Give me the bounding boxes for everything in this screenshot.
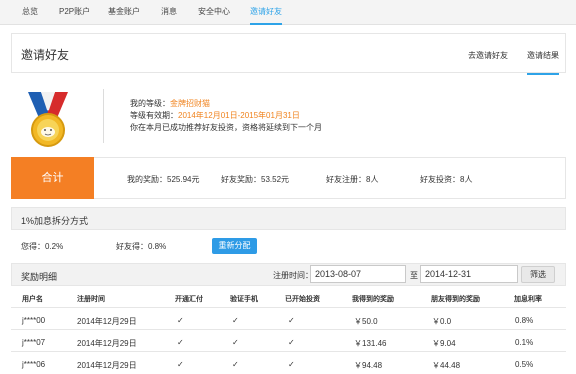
- nav-item-security-center[interactable]: 安全中心: [198, 0, 230, 25]
- level-label: 我的等级：: [130, 99, 170, 108]
- cell-my-reward: ￥131.46: [354, 339, 387, 348]
- cell-friend-reward: ￥44.48: [432, 361, 461, 370]
- cell-rate: 0.8%: [515, 316, 534, 325]
- tab-invite-results[interactable]: 邀请结果: [527, 50, 559, 75]
- split-section-title: 1%加息拆分方式: [21, 216, 89, 226]
- col-phone-verified: 验证手机: [230, 296, 258, 303]
- check-icon: ✓: [232, 338, 239, 347]
- cell-my-reward: ￥50.0: [354, 317, 378, 326]
- cell-username: j****07: [22, 338, 46, 347]
- table-row: j****00 2014年12月29日 ✓ ✓ ✓ ￥50.0 ￥0.0 0.8…: [11, 307, 566, 329]
- level-value: 金牌招财猫: [170, 99, 210, 108]
- cell-register-time: 2014年12月29日: [77, 361, 137, 370]
- tab-go-invite[interactable]: 去邀请好友: [468, 50, 508, 61]
- cell-username: j****06: [22, 360, 46, 369]
- period-label: 等级有效期：: [130, 111, 178, 120]
- table-row: j****06 2014年12月29日 ✓ ✓ ✓ ￥94.48 ￥44.48 …: [11, 351, 566, 373]
- total-label: 合计: [11, 157, 94, 199]
- friend-registered: 好友注册：8人: [326, 175, 379, 184]
- my-reward: 我的奖励：525.94元: [127, 175, 200, 184]
- col-huifu: 开通汇付: [175, 296, 203, 303]
- table-row: j****07 2014年12月29日 ✓ ✓ ✓ ￥131.46 ￥9.04 …: [11, 329, 566, 351]
- friend-reward: 好友奖励：53.52元: [221, 175, 290, 184]
- cell-my-reward: ￥94.48: [354, 361, 383, 370]
- col-friend-reward: 朋友得到的奖励: [431, 296, 480, 303]
- check-icon: ✓: [288, 360, 295, 369]
- cell-register-time: 2014年12月29日: [77, 339, 137, 348]
- check-icon: ✓: [232, 316, 239, 325]
- level-note: 你在本月已成功推荐好友投资，资格将延续到下一个月: [130, 123, 322, 132]
- col-register-time: 注册时间: [77, 296, 105, 303]
- check-icon: ✓: [288, 316, 295, 325]
- filter-button[interactable]: 筛选: [521, 266, 555, 283]
- friend-invested: 好友投资：8人: [420, 175, 473, 184]
- top-nav: 总览 P2P账户 基金账户 消息 安全中心 邀请好友: [0, 0, 576, 25]
- check-icon: ✓: [232, 360, 239, 369]
- nav-item-messages[interactable]: 消息: [161, 0, 177, 25]
- to-label: 至: [410, 271, 418, 280]
- reward-table: 用户名 注册时间 开通汇付 验证手机 已开始投资 我得到的奖励 朋友得到的奖励 …: [11, 287, 566, 374]
- col-my-reward: 我得到的奖励: [352, 296, 394, 303]
- col-rate: 加息利率: [514, 296, 542, 303]
- period-line: 等级有效期：2014年12月01日-2015年01月31日: [130, 110, 300, 121]
- nav-item-overview[interactable]: 总览: [22, 0, 38, 25]
- detail-section-title: 奖励明细: [21, 272, 58, 282]
- cell-friend-reward: ￥9.04: [432, 339, 456, 348]
- gold-medal-icon: [28, 92, 68, 147]
- date-from-input[interactable]: 2013-08-07: [310, 265, 406, 283]
- col-invest-started: 已开始投资: [285, 296, 320, 303]
- nav-item-p2p-account[interactable]: P2P账户: [59, 0, 90, 25]
- split-section-header: 1%加息拆分方式: [11, 207, 566, 230]
- cell-username: j****00: [22, 316, 46, 325]
- col-username: 用户名: [22, 296, 43, 303]
- check-icon: ✓: [177, 338, 184, 347]
- check-icon: ✓: [177, 316, 184, 325]
- nav-item-invite-friends[interactable]: 邀请好友: [250, 0, 282, 25]
- check-icon: ✓: [288, 338, 295, 347]
- page-header: 邀请好友 去邀请好友 邀请结果: [11, 33, 566, 75]
- nav-item-fund-account[interactable]: 基金账户: [108, 0, 140, 25]
- redistribute-button[interactable]: 重新分配: [212, 238, 257, 254]
- level-line: 我的等级：金牌招财猫: [130, 98, 210, 109]
- date-to-input[interactable]: 2014-12-31: [420, 265, 518, 283]
- my-rate-share: 您得：0.2%: [21, 242, 64, 251]
- cell-rate: 0.1%: [515, 338, 534, 347]
- cell-register-time: 2014年12月29日: [77, 317, 137, 326]
- cell-friend-reward: ￥0.0: [432, 317, 452, 326]
- divider: [103, 89, 104, 143]
- period-value: 2014年12月01日-2015年01月31日: [178, 111, 300, 120]
- register-time-label: 注册时间：: [273, 271, 313, 280]
- cell-rate: 0.5%: [515, 360, 534, 369]
- friend-rate-share: 好友得：0.8%: [116, 242, 167, 251]
- check-icon: ✓: [177, 360, 184, 369]
- table-header-row: 用户名 注册时间 开通汇付 验证手机 已开始投资 我得到的奖励 朋友得到的奖励 …: [11, 287, 566, 307]
- page-title: 邀请好友: [21, 48, 70, 62]
